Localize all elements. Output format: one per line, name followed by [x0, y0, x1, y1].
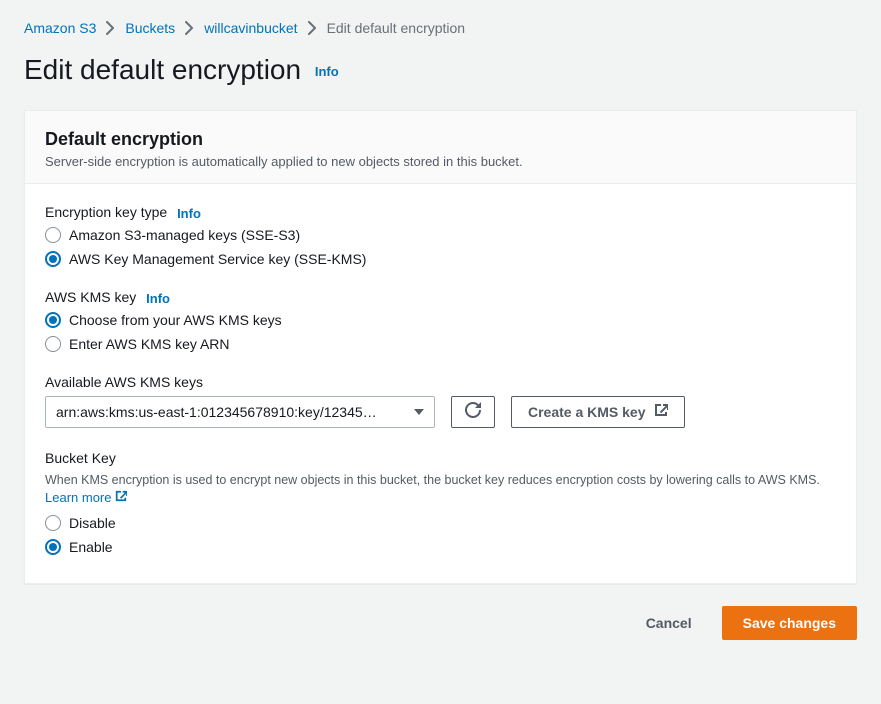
- learn-more-link[interactable]: Learn more: [45, 490, 127, 505]
- save-changes-button[interactable]: Save changes: [722, 606, 857, 640]
- footer-actions: Cancel Save changes: [24, 606, 857, 640]
- breadcrumb-link-s3[interactable]: Amazon S3: [24, 20, 96, 36]
- page-title: Edit default encryption Info: [24, 54, 857, 86]
- radio-bucket-key-enable[interactable]: Enable: [45, 539, 836, 555]
- radio-icon: [45, 336, 61, 352]
- radio-label: Disable: [69, 515, 116, 531]
- radio-label: Choose from your AWS KMS keys: [69, 312, 282, 328]
- encryption-key-type-section: Encryption key type Info Amazon S3-manag…: [45, 204, 836, 267]
- card-header: Default encryption Server-side encryptio…: [25, 111, 856, 184]
- card-title: Default encryption: [45, 129, 836, 150]
- radio-enter-arn[interactable]: Enter AWS KMS key ARN: [45, 336, 836, 352]
- radio-icon: [45, 227, 61, 243]
- default-encryption-card: Default encryption Server-side encryptio…: [24, 110, 857, 584]
- caret-down-icon: [414, 409, 424, 415]
- kms-key-section: AWS KMS key Info Choose from your AWS KM…: [45, 289, 836, 352]
- breadcrumb-current: Edit default encryption: [327, 20, 466, 36]
- chevron-right-icon: [185, 21, 194, 35]
- card-subtitle: Server-side encryption is automatically …: [45, 154, 836, 169]
- radio-choose-kms[interactable]: Choose from your AWS KMS keys: [45, 312, 836, 328]
- radio-icon: [45, 515, 61, 531]
- radio-icon: [45, 251, 61, 267]
- radio-label: AWS Key Management Service key (SSE-KMS): [69, 251, 366, 267]
- refresh-icon: [465, 402, 481, 421]
- kms-key-selected-value: arn:aws:kms:us-east-1:012345678910:key/1…: [56, 404, 377, 420]
- kms-key-label: AWS KMS key: [45, 289, 136, 305]
- learn-more-text: Learn more: [45, 490, 111, 505]
- radio-label: Enter AWS KMS key ARN: [69, 336, 230, 352]
- radio-label: Amazon S3-managed keys (SSE-S3): [69, 227, 300, 243]
- breadcrumb-link-buckets[interactable]: Buckets: [125, 20, 175, 36]
- chevron-right-icon: [106, 21, 115, 35]
- info-link[interactable]: Info: [177, 206, 201, 221]
- cancel-button[interactable]: Cancel: [630, 606, 708, 640]
- page-title-text: Edit default encryption: [24, 54, 301, 85]
- radio-sse-s3[interactable]: Amazon S3-managed keys (SSE-S3): [45, 227, 836, 243]
- info-link[interactable]: Info: [315, 64, 339, 79]
- radio-bucket-key-disable[interactable]: Disable: [45, 515, 836, 531]
- available-keys-label: Available AWS KMS keys: [45, 374, 836, 390]
- create-kms-key-label: Create a KMS key: [528, 404, 646, 420]
- section-label: Encryption key type Info: [45, 204, 836, 221]
- refresh-button[interactable]: [451, 396, 495, 428]
- kms-key-select[interactable]: arn:aws:kms:us-east-1:012345678910:key/1…: [45, 396, 435, 428]
- chevron-right-icon: [308, 21, 317, 35]
- encryption-key-type-label: Encryption key type: [45, 204, 167, 220]
- breadcrumb: Amazon S3 Buckets willcavinbucket Edit d…: [24, 20, 857, 36]
- radio-label: Enable: [69, 539, 113, 555]
- radio-sse-kms[interactable]: AWS Key Management Service key (SSE-KMS): [45, 251, 836, 267]
- bucket-key-label: Bucket Key: [45, 450, 836, 466]
- external-link-icon: [115, 490, 127, 505]
- radio-icon: [45, 539, 61, 555]
- info-link[interactable]: Info: [146, 291, 170, 306]
- breadcrumb-link-bucket[interactable]: willcavinbucket: [204, 20, 297, 36]
- section-label: AWS KMS key Info: [45, 289, 836, 306]
- radio-icon: [45, 312, 61, 328]
- create-kms-key-button[interactable]: Create a KMS key: [511, 396, 685, 428]
- external-link-icon: [654, 403, 668, 420]
- bucket-key-description: When KMS encryption is used to encrypt n…: [45, 472, 836, 490]
- bucket-key-section: Bucket Key When KMS encryption is used t…: [45, 450, 836, 556]
- available-keys-section: Available AWS KMS keys arn:aws:kms:us-ea…: [45, 374, 836, 428]
